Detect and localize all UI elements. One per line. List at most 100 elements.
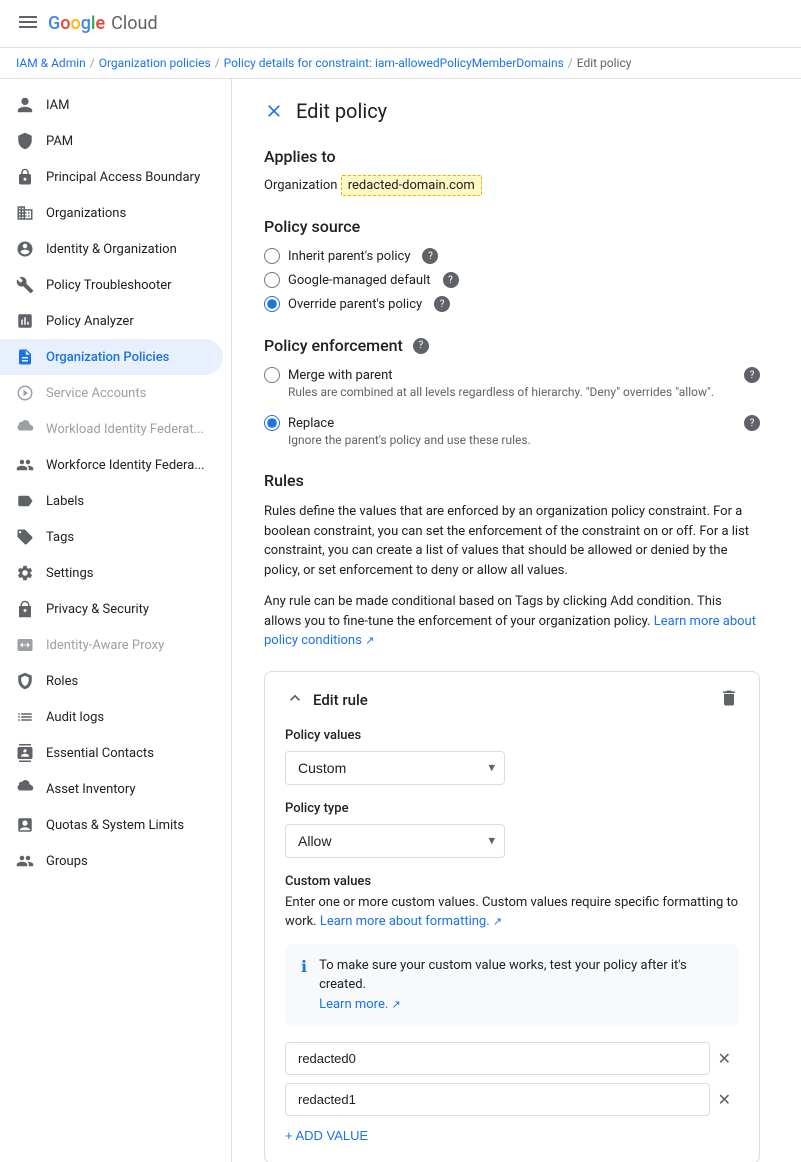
radio-merge-input[interactable]: [264, 367, 280, 383]
custom-value-input-1[interactable]: [285, 1042, 710, 1075]
help-icon-google-managed[interactable]: ?: [443, 272, 459, 288]
help-icon-inherit[interactable]: ?: [422, 248, 438, 264]
edit-rule-title-row: Edit rule: [285, 688, 368, 712]
build-icon: [16, 276, 34, 294]
sidebar-item-asset-inventory[interactable]: Asset Inventory: [0, 771, 223, 807]
settings-icon: [16, 564, 34, 582]
radio-replace[interactable]: Replace: [264, 415, 732, 431]
edit-rule-header: Edit rule: [285, 688, 739, 712]
policy-icon: [16, 348, 34, 366]
sidebar-item-organization-policies[interactable]: Organization Policies: [0, 339, 223, 375]
add-value-button[interactable]: + ADD VALUE: [285, 1124, 368, 1147]
delete-rule-button[interactable]: [719, 688, 739, 712]
radio-inherit-label: Inherit parent's policy: [288, 249, 410, 264]
info-box-content: To make sure your custom value works, te…: [319, 956, 723, 1015]
external-link-infobox-icon: ↗: [392, 998, 401, 1011]
applies-to-title: Applies to: [264, 147, 760, 166]
sidebar-item-workforce-identity[interactable]: Workforce Identity Federa...: [0, 447, 223, 483]
radio-inherit-parent[interactable]: Inherit parent's policy ?: [264, 248, 760, 264]
sidebar-item-workload-identity[interactable]: Workload Identity Federat...: [0, 411, 223, 447]
sidebar-item-organizations[interactable]: Organizations: [0, 195, 223, 231]
breadcrumb-org-policies[interactable]: Organization policies: [99, 56, 211, 70]
rules-description-1: Rules define the values that are enforce…: [264, 502, 760, 580]
external-link-formatting-icon: ↗: [493, 915, 502, 928]
cloud-text: Cloud: [111, 13, 157, 34]
sidebar-item-quotas-system-limits[interactable]: Quotas & System Limits: [0, 807, 223, 843]
group-icon: [16, 852, 34, 870]
info-box-learn-more[interactable]: Learn more. ↗: [319, 997, 401, 1012]
breadcrumb-iam-admin[interactable]: IAM & Admin: [16, 56, 86, 70]
applies-to-section: Applies to Organization redacted-domain.…: [264, 147, 760, 193]
sidebar-item-settings[interactable]: Settings: [0, 555, 223, 591]
radio-google-managed[interactable]: Google-managed default ?: [264, 272, 760, 288]
radio-override-input[interactable]: [264, 296, 280, 312]
sidebar-item-groups[interactable]: Groups: [0, 843, 223, 879]
sidebar-item-iam[interactable]: IAM: [0, 87, 223, 123]
sidebar-item-roles[interactable]: Roles: [0, 663, 223, 699]
radio-override-label: Override parent's policy: [288, 297, 422, 312]
radio-replace-input[interactable]: [264, 415, 280, 431]
value-input-row-2: ✕: [285, 1083, 739, 1116]
custom-values-learn-more[interactable]: Learn more about formatting. ↗: [320, 914, 502, 929]
sidebar-label-workforce-identity: Workforce Identity Federa...: [46, 458, 205, 473]
sidebar-item-privacy-security[interactable]: Privacy & Security: [0, 591, 223, 627]
sidebar-label-groups: Groups: [46, 854, 88, 869]
custom-value-input-2[interactable]: [285, 1083, 710, 1116]
sidebar-label-identity-aware-proxy: Identity-Aware Proxy: [46, 638, 164, 653]
sidebar-item-policy-analyzer[interactable]: Policy Analyzer: [0, 303, 223, 339]
sidebar-item-tags[interactable]: Tags: [0, 519, 223, 555]
sidebar-label-labels: Labels: [46, 494, 84, 509]
help-icon-override[interactable]: ?: [434, 296, 450, 312]
help-icon-merge[interactable]: ?: [744, 367, 760, 383]
breadcrumb-sep-1: /: [90, 56, 95, 70]
policy-source-section: Policy source Inherit parent's policy ? …: [264, 217, 760, 312]
layout: IAM PAM Principal Access Boundary Organi…: [0, 79, 801, 1162]
breadcrumb-sep-2: /: [215, 56, 220, 70]
person-pin-icon: [16, 240, 34, 258]
lock-icon: [16, 600, 34, 618]
chevron-up-icon[interactable]: [285, 688, 305, 712]
clear-value-1-button[interactable]: ✕: [710, 1045, 739, 1073]
help-icon-enforcement[interactable]: ?: [413, 338, 429, 354]
business-icon: [16, 204, 34, 222]
sidebar-label-organization-policies: Organization Policies: [46, 350, 169, 365]
edit-rule-card: Edit rule Policy values Custom All value…: [264, 671, 760, 1162]
close-button[interactable]: [264, 101, 284, 121]
sidebar-label-pam: PAM: [46, 134, 73, 149]
organization-domain: redacted-domain.com: [341, 175, 482, 196]
audit-icon: [16, 708, 34, 726]
radio-inherit-input[interactable]: [264, 248, 280, 264]
security-icon: [16, 168, 34, 186]
help-icon-replace[interactable]: ?: [744, 415, 760, 431]
sidebar-item-pam[interactable]: PAM: [0, 123, 223, 159]
breadcrumb-policy-details[interactable]: Policy details for constraint: iam-allow…: [224, 56, 564, 70]
rules-description-2: Any rule can be made conditional based o…: [264, 592, 760, 651]
policy-values-select[interactable]: Custom All values Allow all Deny all: [285, 751, 505, 785]
sidebar-item-policy-troubleshooter[interactable]: Policy Troubleshooter: [0, 267, 223, 303]
policy-type-select[interactable]: Allow Deny: [285, 824, 505, 858]
sidebar: IAM PAM Principal Access Boundary Organi…: [0, 79, 232, 1162]
sidebar-item-service-accounts[interactable]: Service Accounts: [0, 375, 223, 411]
replace-description: Ignore the parent's policy and use these…: [288, 433, 760, 447]
sidebar-item-principal-access-boundary[interactable]: Principal Access Boundary: [0, 159, 223, 195]
radio-override-parent[interactable]: Override parent's policy ?: [264, 296, 760, 312]
sidebar-item-identity-organization[interactable]: Identity & Organization: [0, 231, 223, 267]
sidebar-item-audit-logs[interactable]: Audit logs: [0, 699, 223, 735]
policy-enforcement-section: Policy enforcement ? Merge with parent ?: [264, 336, 760, 447]
clear-value-2-button[interactable]: ✕: [710, 1086, 739, 1114]
policy-source-title: Policy source: [264, 217, 760, 236]
sidebar-item-essential-contacts[interactable]: Essential Contacts: [0, 735, 223, 771]
radio-google-managed-input[interactable]: [264, 272, 280, 288]
radio-merge[interactable]: Merge with parent: [264, 367, 732, 383]
tag-icon: [16, 528, 34, 546]
sidebar-label-quotas-system-limits: Quotas & System Limits: [46, 818, 184, 833]
sidebar-item-labels[interactable]: Labels: [0, 483, 223, 519]
sidebar-label-identity-organization: Identity & Organization: [46, 242, 177, 257]
policy-type-select-wrapper: Allow Deny ▾: [285, 824, 505, 858]
menu-icon[interactable]: [16, 10, 40, 38]
sidebar-label-asset-inventory: Asset Inventory: [46, 782, 135, 797]
sidebar-item-identity-aware-proxy[interactable]: Identity-Aware Proxy: [0, 627, 223, 663]
workforce-icon: [16, 456, 34, 474]
info-box: ℹ To make sure your custom value works, …: [285, 944, 739, 1027]
panel-title: Edit policy: [296, 99, 387, 123]
